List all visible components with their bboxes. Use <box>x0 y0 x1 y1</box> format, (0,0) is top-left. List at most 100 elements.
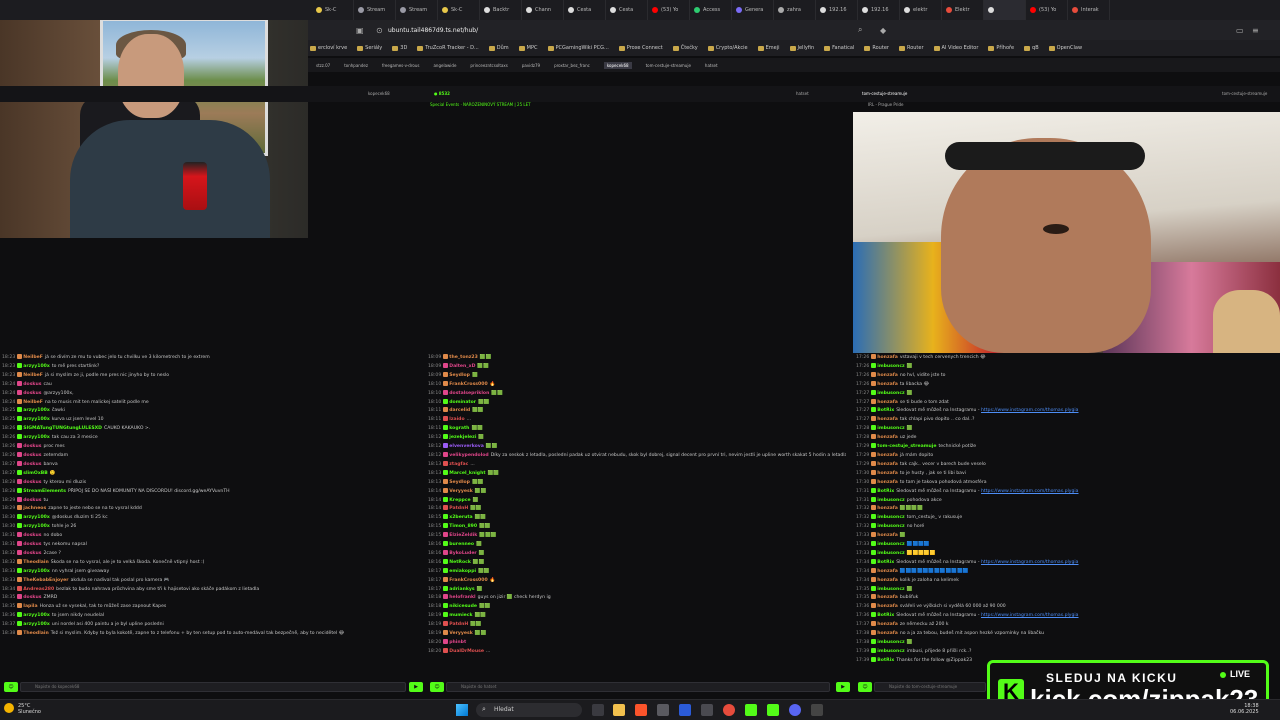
message-username[interactable]: imbusoncz <box>877 426 904 431</box>
channel-select-1[interactable]: kopecek68 <box>368 91 390 96</box>
message-username[interactable]: SIGMATungTUNGtungLULESXD <box>23 426 102 431</box>
send-button-1[interactable]: ▶ <box>409 682 423 692</box>
bookmark-item[interactable]: Příhoře <box>988 45 1014 51</box>
browser-tab[interactable]: Genera <box>732 0 774 20</box>
message-username[interactable]: arzyy100x <box>23 515 50 520</box>
message-username[interactable]: BotRix <box>877 560 894 565</box>
message-username[interactable]: honzafa <box>877 382 898 387</box>
message-username[interactable]: Veryyesk <box>449 631 473 636</box>
message-username[interactable]: PatdnH <box>449 506 468 511</box>
message-username[interactable]: honzafa <box>877 533 898 538</box>
message-username[interactable]: velikypendolod <box>449 453 488 458</box>
message-username[interactable]: honzafa <box>877 453 898 458</box>
browser-tab[interactable]: Interak <box>1068 0 1110 20</box>
message-username[interactable]: imbusoncz <box>877 551 904 556</box>
message-username[interactable]: phinbt <box>449 640 466 645</box>
message-username[interactable]: honzafa <box>877 595 898 600</box>
menu-icon[interactable]: ≡ <box>1252 26 1259 35</box>
emote-button-2[interactable]: ☺ <box>430 682 444 692</box>
message-link[interactable]: https://www.instagram.com/thomas.plygia <box>981 613 1078 618</box>
message-username[interactable]: Veryyesk <box>449 489 473 494</box>
url-text[interactable]: ubuntu.tail4867d9.ts.net/hub/ <box>388 27 478 34</box>
message-username[interactable]: honzafa <box>877 506 898 511</box>
message-username[interactable]: slimOxBB <box>23 471 48 476</box>
message-username[interactable]: helofrankl <box>449 595 475 600</box>
message-username[interactable]: honzafa <box>877 569 898 574</box>
channel-tab[interactable]: princeezntcsoltaxs <box>470 63 507 68</box>
windows-start-icon[interactable] <box>456 704 468 716</box>
bookmark-item[interactable]: ercloví krve <box>310 45 347 51</box>
message-username[interactable]: Marcel_knight <box>449 471 485 476</box>
message-username[interactable]: honzafa <box>877 373 898 378</box>
message-username[interactable]: BotRix <box>877 658 894 663</box>
message-username[interactable]: imbusoncz <box>877 649 904 654</box>
message-link[interactable]: https://www.instagram.com/thomas.plygia <box>981 560 1078 565</box>
message-username[interactable]: arzyy100x <box>23 364 50 369</box>
message-username[interactable]: imbusoncz <box>877 542 904 547</box>
message-username[interactable]: doskus <box>23 595 41 600</box>
message-username[interactable]: Seydlop <box>449 480 470 485</box>
bookmark-item[interactable]: PCGamingWiki PCG... <box>547 45 609 51</box>
discord-icon[interactable] <box>789 704 801 716</box>
message-username[interactable]: imbusoncz <box>877 524 904 529</box>
message-username[interactable]: arzyy100x <box>23 569 50 574</box>
bookmark-item[interactable]: TruZcoR Tracker - D... <box>417 45 479 51</box>
message-username[interactable]: elvenverkova <box>449 444 484 449</box>
message-username[interactable]: doskus <box>23 391 41 396</box>
message-username[interactable]: imbusoncz <box>877 515 904 520</box>
message-username[interactable]: arzyy100x <box>23 435 50 440</box>
bookmark-item[interactable]: Router <box>898 45 924 51</box>
message-username[interactable]: FrankCross000 <box>449 578 487 583</box>
browser-tab[interactable]: 192.16 <box>816 0 858 20</box>
message-username[interactable]: doskus <box>23 382 41 387</box>
weather-icon[interactable] <box>4 703 14 713</box>
browser-tab[interactable]: (53) Yo <box>1026 0 1068 20</box>
message-username[interactable]: nikicesude <box>449 604 477 609</box>
message-username[interactable]: x2beruta <box>449 515 472 520</box>
message-username[interactable]: NeilbeF <box>23 373 43 378</box>
message-username[interactable]: doskus <box>23 498 41 503</box>
send-button-2[interactable]: ▶ <box>836 682 850 692</box>
kick-app-icon[interactable] <box>745 704 757 716</box>
channel-tab[interactable]: kopecek68 <box>603 61 632 69</box>
browser-tab[interactable] <box>984 0 1026 20</box>
message-username[interactable]: arzyy100x <box>23 524 50 529</box>
chat-input-3[interactable]: Napiste do tom-cestuje-streamuje <box>874 682 986 692</box>
obs-icon[interactable] <box>723 704 735 716</box>
channel-tab[interactable]: proxtar_bez_franc <box>554 63 590 68</box>
message-username[interactable]: ElzieZeldik <box>449 533 477 538</box>
shield-icon[interactable]: ▣ <box>356 26 364 35</box>
message-username[interactable]: honzafa <box>877 578 898 583</box>
message-username[interactable]: honzafa <box>877 631 898 636</box>
message-username[interactable]: the_tonz23 <box>449 355 478 360</box>
message-username[interactable]: honzafa <box>877 480 898 485</box>
message-username[interactable]: imbusoncz <box>877 640 904 645</box>
message-username[interactable]: BotRix <box>877 489 894 494</box>
message-username[interactable]: adriankys <box>449 587 474 592</box>
bookmark-item[interactable]: Fanatical <box>824 45 854 51</box>
emote-button-3[interactable]: ☺ <box>858 682 872 692</box>
message-username[interactable]: honzafa <box>877 435 898 440</box>
bookmark-item[interactable]: Dům <box>488 45 509 51</box>
message-username[interactable]: jezekjelezi <box>449 435 476 440</box>
taskbar-search[interactable]: Hledat <box>476 703 582 717</box>
emote-button-1[interactable]: ☺ <box>4 682 18 692</box>
message-username[interactable]: darcelid <box>449 408 470 413</box>
channel-select-2[interactable]: hatset <box>796 91 809 96</box>
channel-tab[interactable]: stzz.07 <box>316 63 330 68</box>
message-username[interactable]: doskus <box>23 480 41 485</box>
browser-tab[interactable]: elektr <box>900 0 942 20</box>
message-username[interactable]: Kreppce <box>449 498 470 503</box>
bookmark-item[interactable]: Crypto/Akcie <box>707 45 748 51</box>
address-bar[interactable]: ▣ ⊙ ubuntu.tail4867d9.ts.net/hub/ ⌕ ◆ ▭ … <box>308 20 1280 40</box>
message-username[interactable]: NeilbeF <box>23 400 43 405</box>
message-username[interactable]: Seydlop <box>449 373 470 378</box>
browser-tab[interactable]: Access <box>690 0 732 20</box>
message-username[interactable]: Dalten_xD <box>449 364 475 369</box>
chat-input-1[interactable]: Napiste do kopecek68 <box>20 682 406 692</box>
message-username[interactable]: TheKebabEnjoyer <box>23 578 68 583</box>
message-username[interactable]: doskus <box>23 462 41 467</box>
bookmark-item[interactable]: Čtečky <box>672 45 698 51</box>
brave-shield-icon[interactable]: ◆ <box>880 26 886 35</box>
message-username[interactable]: Theodlain <box>23 631 48 636</box>
